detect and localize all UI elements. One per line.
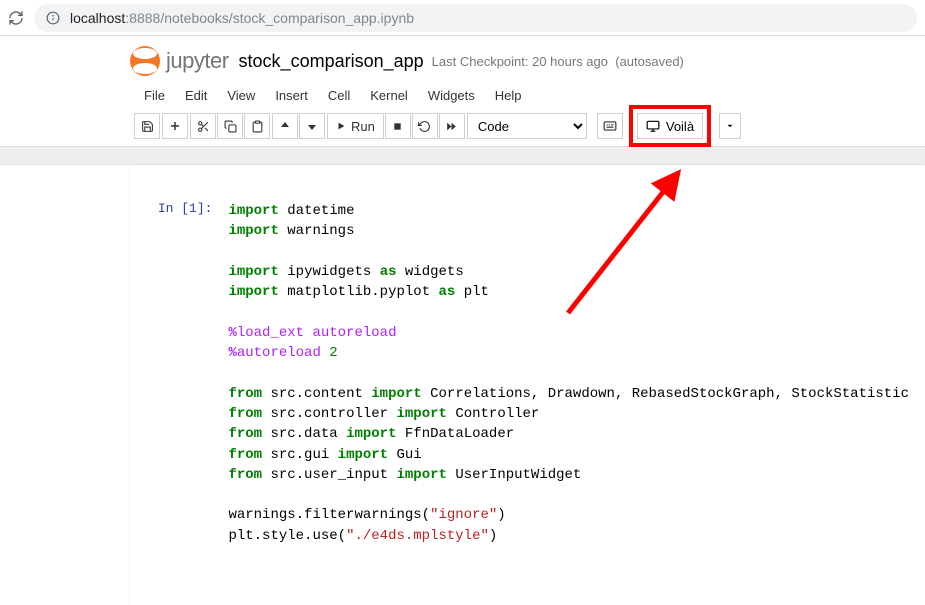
menu-widgets[interactable]: Widgets (418, 84, 485, 107)
header-gap (0, 147, 925, 165)
menu-kernel[interactable]: Kernel (360, 84, 418, 107)
code-cell[interactable]: In [1]: import datetime import warnings … (130, 195, 925, 552)
url-bar[interactable]: localhost:8888/notebooks/stock_compariso… (34, 4, 917, 32)
copy-button[interactable] (217, 113, 243, 139)
menu-help[interactable]: Help (485, 84, 532, 107)
menu-edit[interactable]: Edit (175, 84, 217, 107)
move-down-button[interactable] (299, 113, 325, 139)
browser-address-bar: localhost:8888/notebooks/stock_compariso… (0, 0, 925, 36)
cell-type-select[interactable]: Code (467, 113, 587, 139)
url-host: localhost (70, 10, 125, 26)
toolbar: Run Code (130, 110, 925, 146)
voila-button[interactable]: Voilà (637, 113, 703, 139)
menu-cell[interactable]: Cell (318, 84, 360, 107)
menu-file[interactable]: File (134, 84, 175, 107)
jupyter-logo-text: jupyter (166, 48, 229, 74)
notebook-area: In [1]: import datetime import warnings … (130, 165, 925, 605)
checkpoint-text: Last Checkpoint: 20 hours ago (autosaved… (432, 54, 684, 69)
move-up-button[interactable] (272, 113, 298, 139)
menu-insert[interactable]: Insert (265, 84, 318, 107)
monitor-icon (646, 120, 660, 132)
voila-highlight-box: Voilà (629, 105, 711, 147)
paste-button[interactable] (244, 113, 270, 139)
voila-dropdown-button[interactable] (719, 113, 741, 139)
reload-icon[interactable] (8, 10, 24, 26)
run-button[interactable]: Run (327, 113, 384, 139)
jupyter-logo-icon (130, 46, 160, 76)
cell-prompt: In [1]: (140, 199, 222, 548)
command-palette-button[interactable] (597, 113, 623, 139)
jupyter-header: jupyter stock_comparison_app Last Checkp… (0, 36, 925, 147)
url-port: :8888 (125, 10, 160, 26)
menu-bar: File Edit View Insert Cell Kernel Widget… (130, 80, 925, 110)
cut-button[interactable] (190, 113, 216, 139)
site-info-icon[interactable] (46, 11, 60, 25)
chevron-down-icon (725, 121, 735, 131)
restart-run-all-button[interactable] (439, 113, 465, 139)
restart-button[interactable] (412, 113, 438, 139)
interrupt-button[interactable] (385, 113, 411, 139)
logo-row: jupyter stock_comparison_app Last Checkp… (130, 36, 925, 80)
url-path: /notebooks/stock_comparison_app.ipynb (160, 10, 414, 26)
jupyter-logo[interactable]: jupyter (130, 46, 229, 76)
add-cell-button[interactable] (162, 113, 188, 139)
cell-code[interactable]: import datetime import warnings import i… (222, 199, 915, 548)
menu-view[interactable]: View (217, 84, 265, 107)
save-button[interactable] (134, 113, 160, 139)
notebook-title[interactable]: stock_comparison_app (239, 51, 424, 72)
